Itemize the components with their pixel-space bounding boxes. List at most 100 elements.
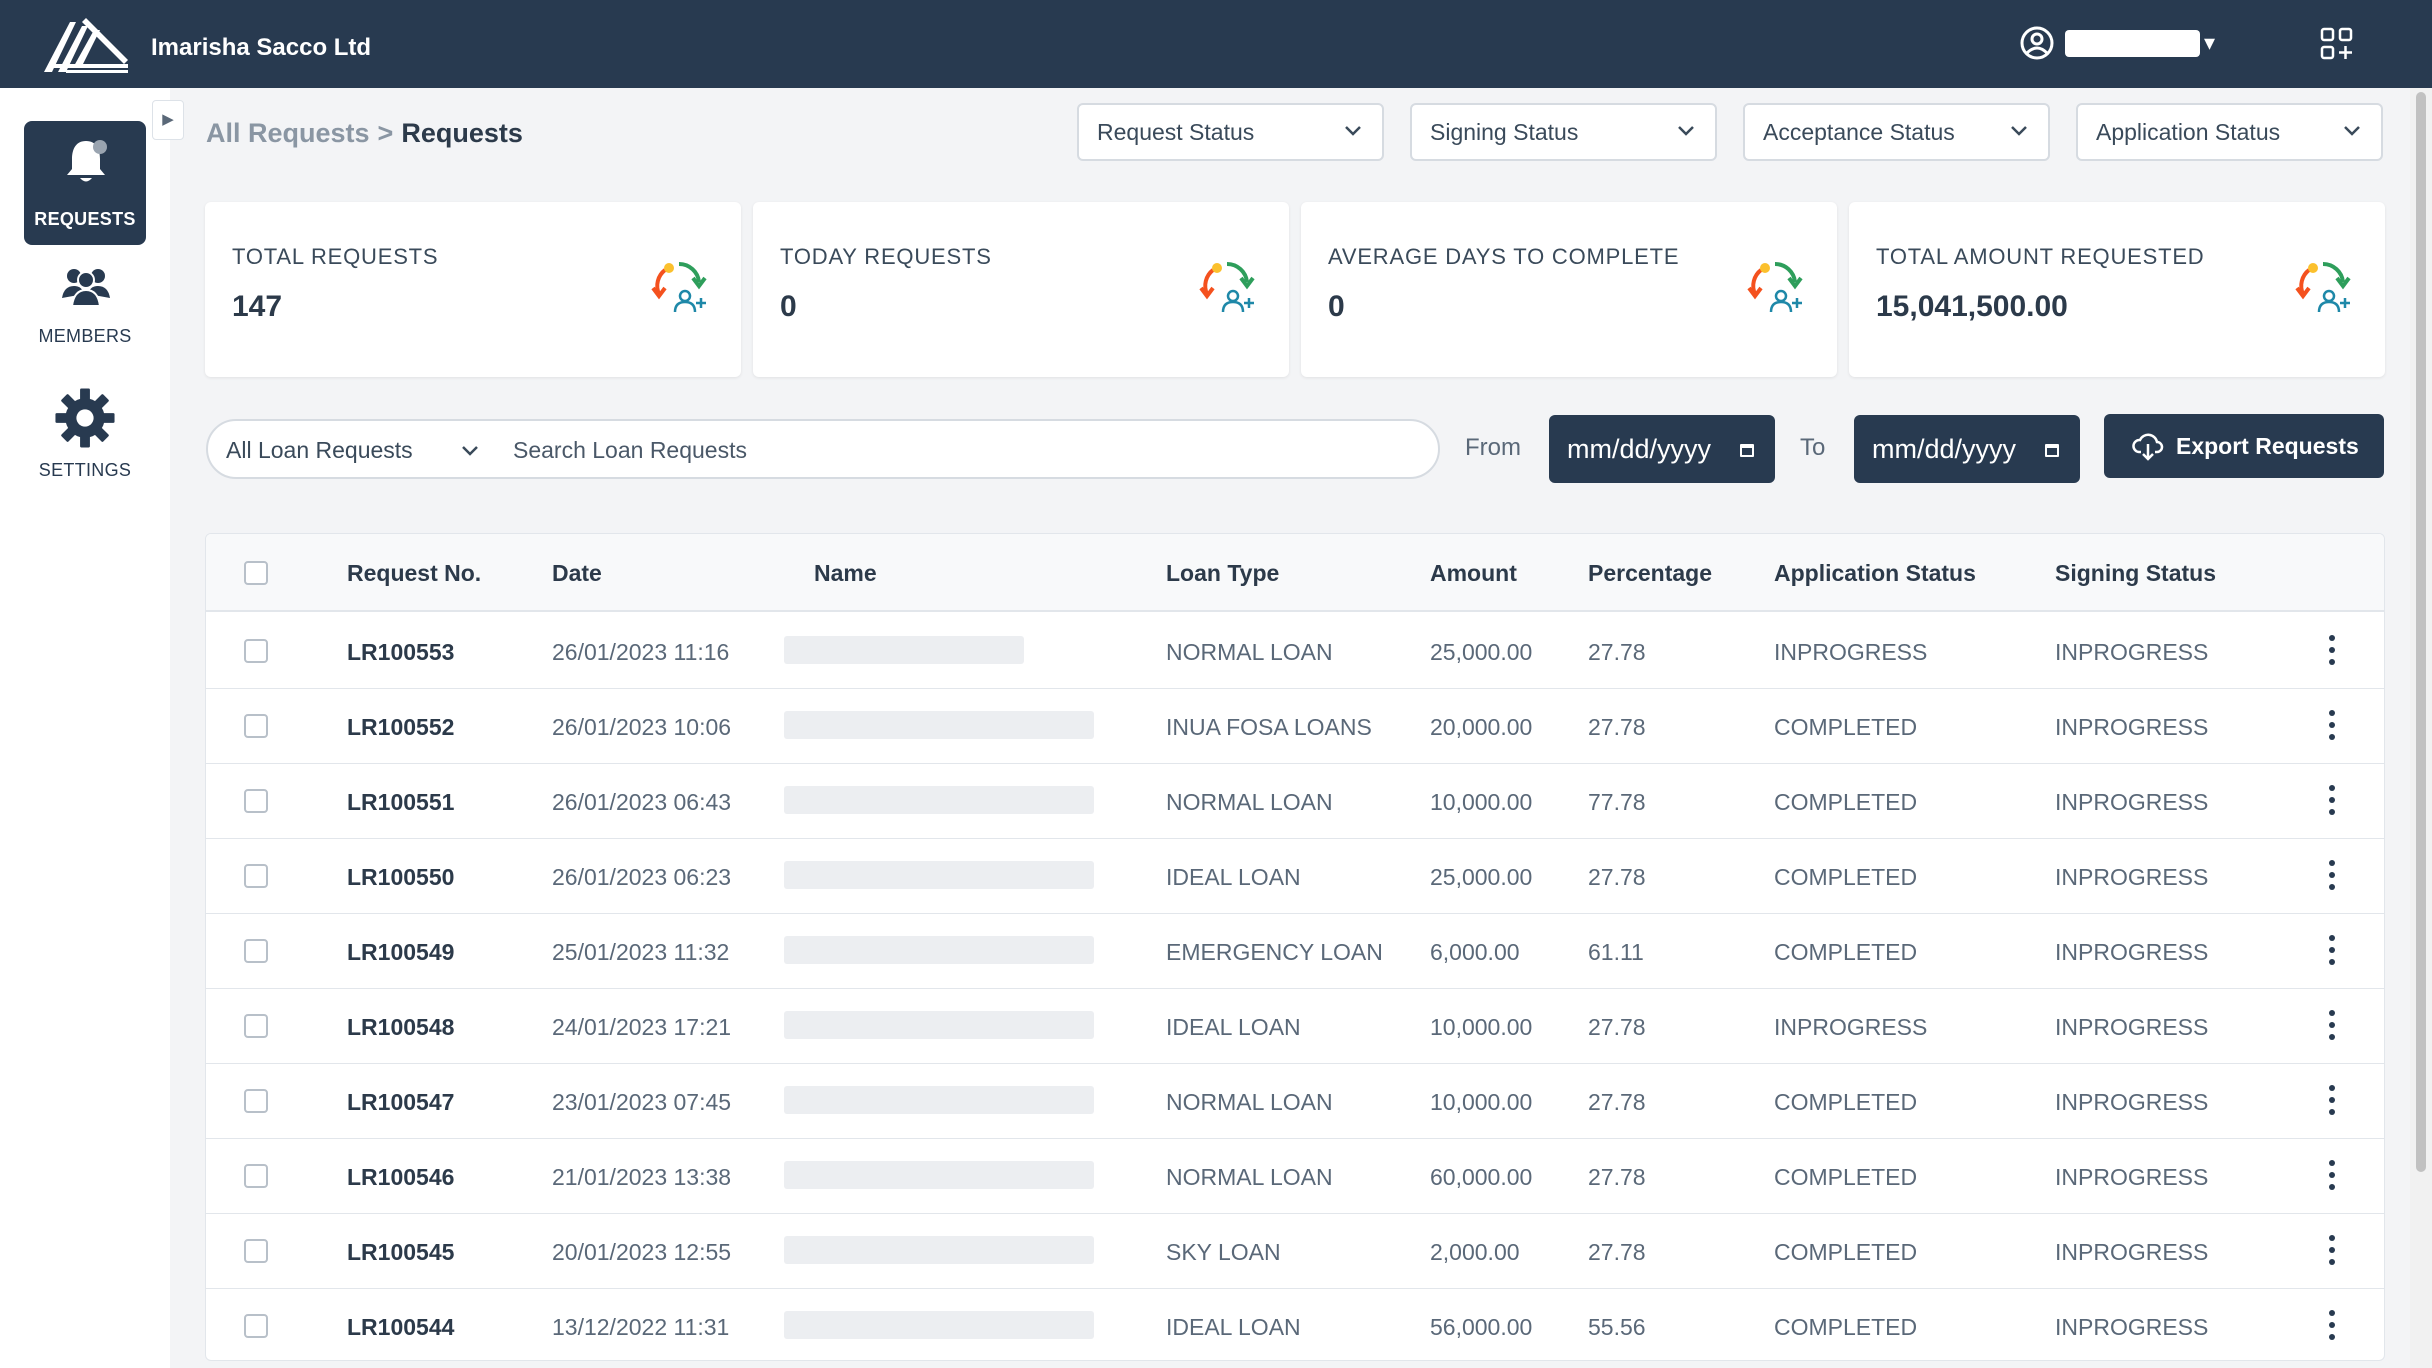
application-status-filter[interactable]: Application Status [2076,103,2383,161]
table-row[interactable]: LR100552 26/01/2023 10:06 INUA FOSA LOANS 2… [206,689,2384,764]
request-number-cell: LR100548 [347,1014,455,1040]
acceptance-status-filter[interactable]: Acceptance Status [1743,103,2050,161]
table-row[interactable]: LR100544 13/12/2022 11:31 IDEAL LOAN 56,000… [206,1289,2384,1360]
member-name-cell [784,861,1094,889]
loan-type-cell: NORMAL LOAN [1166,789,1333,815]
row-actions-icon[interactable] [2320,857,2344,893]
search-scope-select[interactable]: All Loan Requests [226,437,413,464]
column-header[interactable]: Amount [1430,560,1517,587]
date-to-label: To [1800,434,1826,461]
breadcrumb-separator: > [377,118,394,148]
bell-icon [67,140,107,182]
date-from-value: mm/dd/yyyy [1567,434,1712,464]
gear-icon [55,388,115,448]
export-requests-button[interactable]: Export Requests [2104,414,2384,478]
signing-status-filter[interactable]: Signing Status [1410,103,1717,161]
row-actions-icon[interactable] [2320,782,2344,818]
row-checkbox[interactable] [244,1239,268,1263]
breadcrumb-parent-link[interactable]: All Requests [206,118,370,148]
member-name-cell [784,1086,1094,1114]
stat-card-total-amount: TOTAL AMOUNT REQUESTED 15,041,500.00 [1849,202,2385,377]
amount-cell: 25,000.00 [1430,639,1533,665]
row-actions-icon[interactable] [2320,1082,2344,1118]
row-checkbox[interactable] [244,864,268,888]
column-header[interactable]: Percentage [1588,560,1712,587]
loan-type-cell: IDEAL LOAN [1166,1314,1301,1340]
row-actions-icon[interactable] [2320,1232,2344,1268]
request-number-cell: LR100552 [347,714,455,740]
apps-grid-icon[interactable] [2320,27,2354,61]
sidebar-item-requests[interactable]: REQUESTS [24,121,146,245]
table-row[interactable]: LR100546 21/01/2023 13:38 NORMAL LOAN 60,00… [206,1139,2384,1214]
filter-label: Acceptance Status [1763,119,1955,145]
sidebar-toggle-button[interactable]: ▶ [152,100,184,140]
date-cell: 25/01/2023 11:32 [552,939,730,965]
loan-type-cell: NORMAL LOAN [1166,1089,1333,1115]
row-actions-icon[interactable] [2320,1307,2344,1343]
row-checkbox[interactable] [244,789,268,813]
column-header[interactable]: Request No. [347,560,481,587]
filter-label: Application Status [2096,119,2281,145]
stat-card-today-requests: TODAY REQUESTS 0 [753,202,1289,377]
table-row[interactable]: LR100548 24/01/2023 17:21 IDEAL LOAN 10,000… [206,989,2384,1064]
table-row[interactable]: LR100551 26/01/2023 06:43 NORMAL LOAN 10,00… [206,764,2384,839]
sidebar-item-settings[interactable]: SETTINGS [24,378,146,488]
date-from-input[interactable]: mm/dd/yyyy [1549,415,1775,483]
chevron-down-icon[interactable] [461,445,479,457]
row-actions-icon[interactable] [2320,632,2344,668]
request-status-filter[interactable]: Request Status [1077,103,1384,161]
calendar-icon[interactable] [2044,442,2060,458]
row-actions-icon[interactable] [2320,1007,2344,1043]
stat-value: 15,041,500.00 [1876,290,2068,323]
user-account-icon[interactable] [2020,26,2054,60]
loan-type-cell: SKY LOAN [1166,1239,1281,1265]
column-header[interactable]: Name [814,560,877,587]
row-checkbox[interactable] [244,714,268,738]
page-scrollbar-thumb[interactable] [2416,92,2426,1172]
request-number-cell: LR100549 [347,939,455,965]
table-row[interactable]: LR100553 26/01/2023 11:16 NORMAL LOAN 25,00… [206,614,2384,689]
row-checkbox[interactable] [244,1164,268,1188]
row-checkbox[interactable] [244,1089,268,1113]
table-header: Request No. Date Name Loan Type Amount P… [206,534,2384,612]
row-checkbox[interactable] [244,1314,268,1338]
row-actions-icon[interactable] [2320,1157,2344,1193]
date-from-label: From [1465,434,1521,461]
percentage-cell: 27.78 [1588,1164,1646,1190]
table-row[interactable]: LR100550 26/01/2023 06:23 IDEAL LOAN 25,000… [206,839,2384,914]
request-number-cell: LR100547 [347,1089,455,1115]
top-bar: Imarisha Sacco Ltd ▾ [0,0,2432,88]
user-menu-caret-icon[interactable]: ▾ [2204,30,2215,56]
search-input[interactable] [513,431,1393,469]
date-to-value: mm/dd/yyyy [1872,434,2017,464]
application-status-cell: COMPLETED [1774,1314,1918,1340]
table-row[interactable]: LR100545 20/01/2023 12:55 SKY LOAN 2,000.00… [206,1214,2384,1289]
calendar-icon[interactable] [1739,442,1755,458]
row-checkbox[interactable] [244,1014,268,1038]
sidebar-item-members[interactable]: MEMBERS [24,252,146,352]
table-row[interactable]: LR100549 25/01/2023 11:32 EMERGENCY LOAN 6,… [206,914,2384,989]
breadcrumb: All Requests > Requests [206,118,523,149]
row-checkbox[interactable] [244,939,268,963]
app-title: Imarisha Sacco Ltd [151,34,372,61]
signing-status-cell: INPROGRESS [2055,714,2209,740]
percentage-cell: 27.78 [1588,1014,1646,1040]
row-actions-icon[interactable] [2320,707,2344,743]
row-checkbox[interactable] [244,639,268,663]
date-to-input[interactable]: mm/dd/yyyy [1854,415,2080,483]
column-header[interactable]: Signing Status [2055,560,2216,587]
stat-label: TOTAL REQUESTS [232,244,439,269]
application-status-cell: INPROGRESS [1774,1014,1928,1040]
column-header[interactable]: Date [552,560,602,587]
stat-label: AVERAGE DAYS TO COMPLETE [1328,244,1680,269]
signing-status-cell: INPROGRESS [2055,1089,2209,1115]
column-header[interactable]: Application Status [1774,560,1976,587]
select-all-checkbox[interactable] [244,561,268,585]
application-status-cell: COMPLETED [1774,1089,1918,1115]
table-row[interactable]: LR100547 23/01/2023 07:45 NORMAL LOAN 10,00… [206,1064,2384,1139]
request-number-cell: LR100553 [347,639,455,665]
row-actions-icon[interactable] [2320,932,2344,968]
user-name[interactable] [2065,30,2200,57]
column-header[interactable]: Loan Type [1166,560,1279,587]
date-cell: 21/01/2023 13:38 [552,1164,732,1190]
